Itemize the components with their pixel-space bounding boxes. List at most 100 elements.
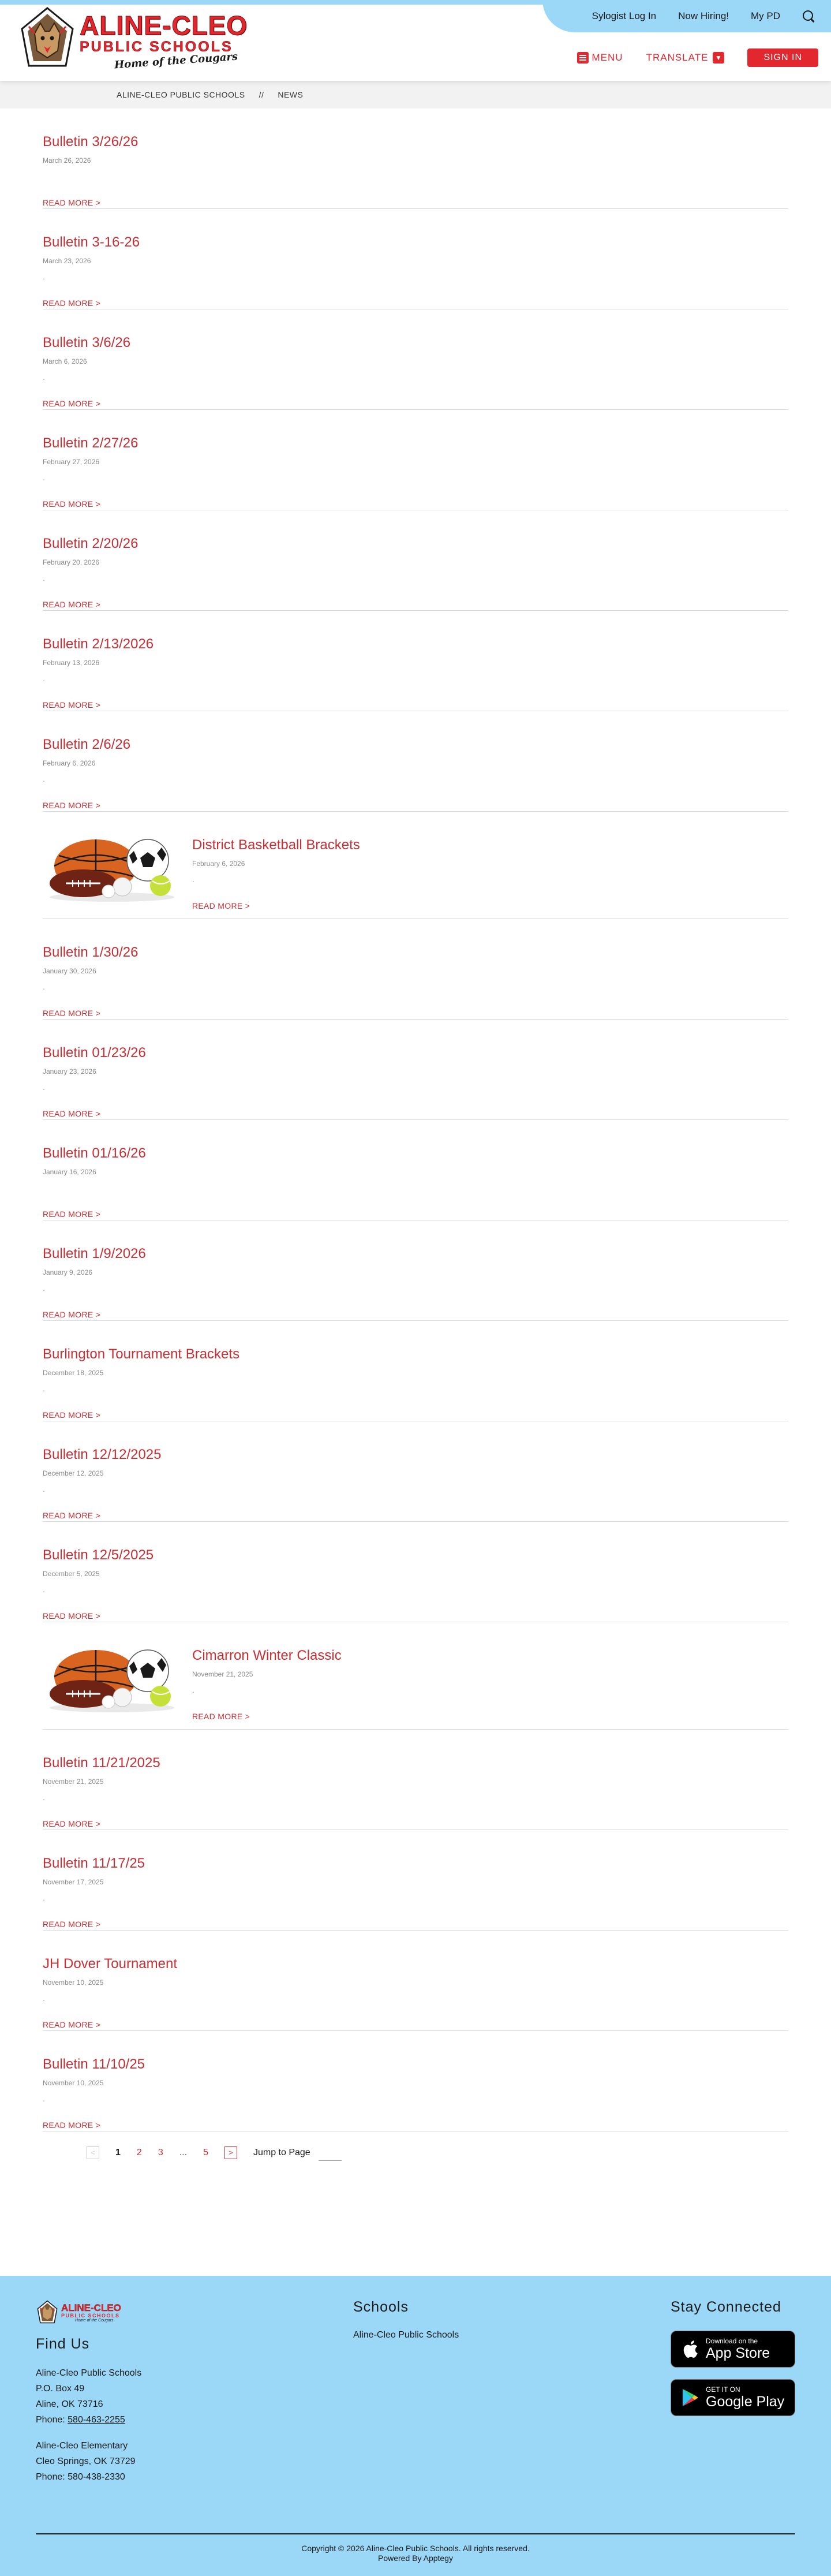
read-more-link[interactable]: READ MORE > [43, 1310, 146, 1319]
read-more-link[interactable]: READ MORE > [43, 399, 130, 408]
news-item-date: November 21, 2025 [43, 1778, 104, 1786]
site-logo[interactable]: ALINE-CLEO PUBLIC SCHOOLS Home of the Co… [17, 6, 270, 73]
news-item: Cimarron Winter Classic November 21, 2025… [43, 1622, 788, 1730]
news-item-title[interactable]: Bulletin 11/21/2025 [43, 1755, 160, 1771]
news-item: Bulletin 3-16-26 March 23, 2026. READ MORE… [43, 209, 788, 309]
news-item: Bulletin 3/6/26 March 6, 2026. READ MORE > [43, 309, 788, 410]
read-more-link[interactable]: READ MORE > [43, 1410, 239, 1420]
news-item-title[interactable]: Bulletin 01/23/26 [43, 1045, 146, 1061]
news-item-body: Bulletin 11/17/25 November 17, 2025. READ … [43, 1856, 145, 1929]
read-more-link[interactable]: READ MORE > [43, 600, 138, 609]
hamburger-icon [577, 52, 589, 64]
news-item-title[interactable]: Bulletin 12/12/2025 [43, 1447, 162, 1463]
news-item-excerpt: . [43, 1283, 45, 1293]
read-more-link[interactable]: READ MORE > [43, 1611, 154, 1621]
find-us-section: Find Us Aline-Cleo Public Schools P.O. B… [36, 2336, 141, 2485]
news-item-date: February 27, 2026 [43, 458, 100, 466]
read-more-link[interactable]: READ MORE > [43, 1109, 146, 1118]
news-item-title[interactable]: Bulletin 1/9/2026 [43, 1246, 146, 1262]
breadcrumb-home[interactable]: ALINE-CLEO PUBLIC SCHOOLS [117, 90, 245, 99]
read-more-link[interactable]: READ MORE > [43, 700, 154, 710]
news-item-title[interactable]: Bulletin 12/5/2025 [43, 1547, 154, 1563]
read-more-link[interactable]: READ MORE > [43, 198, 138, 207]
chevron-down-icon: ▼ [713, 52, 725, 64]
news-item-date: January 30, 2026 [43, 967, 96, 975]
google-play-button[interactable]: GET IT ON Google Play [671, 2379, 795, 2416]
news-item-body: Cimarron Winter Classic November 21, 2025… [192, 1648, 342, 1721]
sylogist-login-link[interactable]: Sylogist Log In [592, 10, 657, 22]
news-item: Bulletin 2/20/26 February 20, 2026. READ M… [43, 510, 788, 611]
google-play-icon [683, 2389, 698, 2406]
read-more-link[interactable]: READ MORE > [43, 2120, 145, 2130]
powered-by-link[interactable]: Powered By Apptegy [0, 2553, 831, 2563]
sports-balls-image [50, 839, 174, 902]
news-item-title[interactable]: District Basketball Brackets [192, 837, 360, 853]
news-item-title[interactable]: Bulletin 11/17/25 [43, 1856, 145, 1872]
read-more-link[interactable]: READ MORE > [192, 901, 360, 910]
news-item-title[interactable]: Bulletin 2/20/26 [43, 536, 138, 552]
prev-page-button[interactable]: < [87, 2146, 99, 2159]
school-link[interactable]: Aline-Cleo Public Schools [353, 2327, 459, 2343]
google-play-text: GET IT ON Google Play [706, 2385, 784, 2410]
news-item-title[interactable]: Bulletin 3/6/26 [43, 335, 130, 351]
address-line: Aline, OK 73716 [36, 2399, 103, 2409]
news-item-date: December 5, 2025 [43, 1570, 100, 1578]
sign-in-button[interactable]: SIGN IN [747, 48, 818, 67]
schools-section: Schools Aline-Cleo Public Schools [353, 2299, 459, 2343]
news-item-title[interactable]: Bulletin 1/30/26 [43, 944, 138, 961]
news-item-title[interactable]: Bulletin 3-16-26 [43, 234, 140, 251]
news-item-excerpt: . [43, 674, 45, 683]
now-hiring-link[interactable]: Now Hiring! [678, 10, 729, 22]
phone-label: Phone: [36, 2415, 68, 2425]
news-item-title[interactable]: JH Dover Tournament [43, 1956, 177, 1972]
news-item: Bulletin 12/5/2025 December 5, 2025. READ … [43, 1522, 788, 1622]
news-item-title[interactable]: Cimarron Winter Classic [192, 1648, 342, 1664]
read-more-link[interactable]: READ MORE > [192, 1712, 342, 1721]
read-more-link[interactable]: READ MORE > [43, 801, 130, 810]
news-item-title[interactable]: Bulletin 3/26/26 [43, 134, 138, 150]
read-more-link[interactable]: READ MORE > [43, 1920, 145, 1929]
phone-line: Phone: 580-438-2330 [36, 2472, 125, 2482]
news-item-body: Bulletin 3-16-26 March 23, 2026. READ MORE… [43, 234, 140, 308]
my-pd-link[interactable]: My PD [751, 10, 780, 22]
next-page-button[interactable]: > [224, 2146, 237, 2159]
page-last[interactable]: 5 [203, 2148, 208, 2158]
jump-to-page-input[interactable] [318, 2145, 342, 2161]
search-icon[interactable] [802, 10, 815, 23]
news-item-excerpt: . [43, 982, 45, 991]
page-1[interactable]: 1 [115, 2148, 121, 2158]
read-more-link[interactable]: READ MORE > [43, 1511, 162, 1520]
news-item-date: January 23, 2026 [43, 1067, 96, 1076]
read-more-link[interactable]: READ MORE > [43, 1209, 146, 1219]
news-item-excerpt: . [43, 573, 45, 583]
news-item: Bulletin 11/21/2025 November 21, 2025. REA… [43, 1730, 788, 1830]
news-item-title[interactable]: Bulletin 2/6/26 [43, 737, 130, 753]
news-item-excerpt: . [43, 372, 45, 382]
read-more-link[interactable]: READ MORE > [43, 1009, 138, 1018]
news-item-body: Bulletin 2/20/26 February 20, 2026. READ M… [43, 536, 138, 609]
page-2[interactable]: 2 [137, 2148, 142, 2158]
read-more-link[interactable]: READ MORE > [43, 499, 138, 509]
news-item-date: November 10, 2025 [43, 1978, 104, 1987]
read-more-link[interactable]: READ MORE > [43, 298, 140, 308]
news-item-date: November 21, 2025 [192, 1670, 253, 1678]
footer-logo[interactable]: ALINE-CLEO PUBLIC SCHOOLS Home of the Co… [36, 2300, 121, 2325]
phone-link[interactable]: 580-463-2255 [68, 2415, 125, 2425]
app-store-button[interactable]: Download on the App Store [671, 2331, 795, 2368]
read-more-link[interactable]: READ MORE > [43, 2020, 177, 2029]
read-more-link[interactable]: READ MORE > [43, 1819, 160, 1828]
news-item-title[interactable]: Bulletin 2/27/26 [43, 435, 138, 451]
translate-button[interactable]: TRANSLATE ▼ [646, 52, 725, 64]
news-item-excerpt: . [192, 1685, 194, 1694]
news-item-title[interactable]: Bulletin 2/13/2026 [43, 636, 154, 652]
news-item-date: January 16, 2026 [43, 1168, 96, 1176]
news-item-title[interactable]: Burlington Tournament Brackets [43, 1346, 239, 1362]
news-item-excerpt: . [43, 1082, 45, 1092]
news-item: JH Dover Tournament November 10, 2025. REA… [43, 1931, 788, 2031]
page-3[interactable]: 3 [158, 2148, 163, 2158]
menu-button[interactable]: MENU [577, 52, 623, 64]
news-item-title[interactable]: Bulletin 01/16/26 [43, 1145, 146, 1162]
news-item-title[interactable]: Bulletin 11/10/25 [43, 2056, 145, 2073]
news-item-excerpt: . [43, 473, 45, 482]
menu-label: MENU [592, 52, 623, 63]
